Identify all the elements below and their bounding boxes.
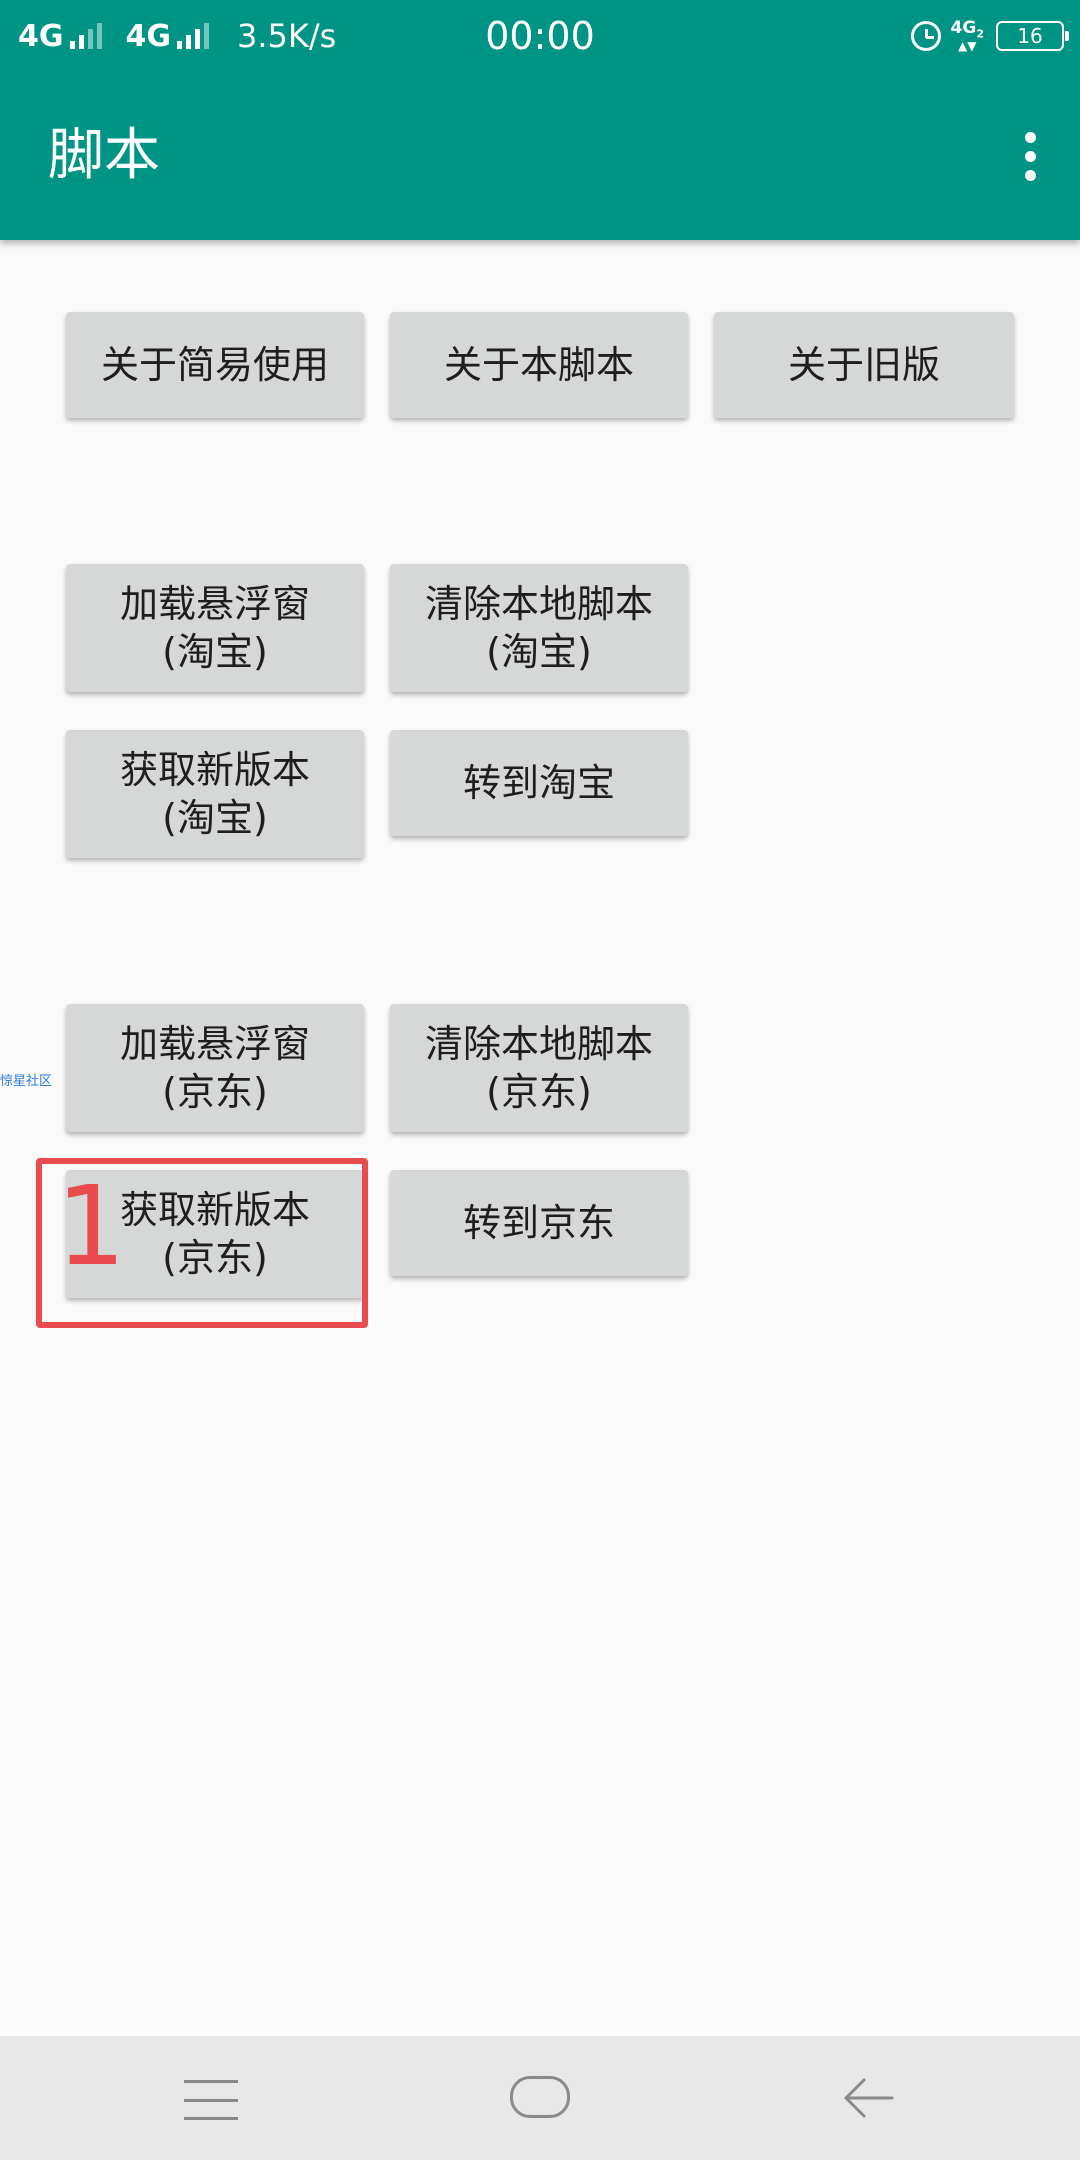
status-bar: 4G 4G 3.5K/s 00:00 4G2 ▲▼ 16	[0, 0, 1080, 72]
step-number-marker: 1	[56, 1162, 126, 1290]
side-label: 惊星社区	[0, 1074, 53, 1089]
page-title: 脚本	[48, 123, 160, 188]
screen: 4G 4G 3.5K/s 00:00 4G2 ▲▼ 16 脚本 关于简易使用 关…	[0, 0, 1080, 2160]
status-right: 4G2 ▲▼ 16	[910, 14, 1069, 58]
taobao-get-new-version-button[interactable]: 获取新版本 (淘宝)	[66, 730, 364, 858]
sim2-network-icon: 4G2 ▲▼	[950, 18, 984, 53]
jd-load-float-window-button[interactable]: 加载悬浮窗 (京东)	[66, 1004, 364, 1132]
battery-icon: 16	[996, 21, 1069, 51]
about-old-version-button[interactable]: 关于旧版	[714, 312, 1014, 418]
home-icon[interactable]	[510, 2076, 570, 2118]
navigation-bar	[0, 2036, 1080, 2160]
battery-level: 16	[1017, 24, 1043, 48]
app-bar: 脚本	[0, 72, 1080, 240]
sim2-index: 2	[976, 27, 984, 41]
taobao-load-float-window-button[interactable]: 加载悬浮窗 (淘宝)	[66, 564, 364, 692]
alarm-icon	[910, 21, 941, 51]
jd-clear-local-script-button[interactable]: 清除本地脚本 (京东)	[390, 1004, 688, 1132]
goto-jd-button[interactable]: 转到京东	[390, 1170, 688, 1276]
taobao-clear-local-script-button[interactable]: 清除本地脚本 (淘宝)	[390, 564, 688, 692]
goto-taobao-button[interactable]: 转到淘宝	[390, 730, 688, 836]
about-script-button[interactable]: 关于本脚本	[390, 312, 688, 418]
sim2-network-label: 4G	[950, 18, 977, 39]
more-options-icon[interactable]	[1002, 124, 1058, 188]
menu-icon[interactable]	[184, 2080, 238, 2120]
back-icon[interactable]	[840, 2076, 896, 2120]
about-simple-usage-button[interactable]: 关于简易使用	[66, 312, 364, 418]
